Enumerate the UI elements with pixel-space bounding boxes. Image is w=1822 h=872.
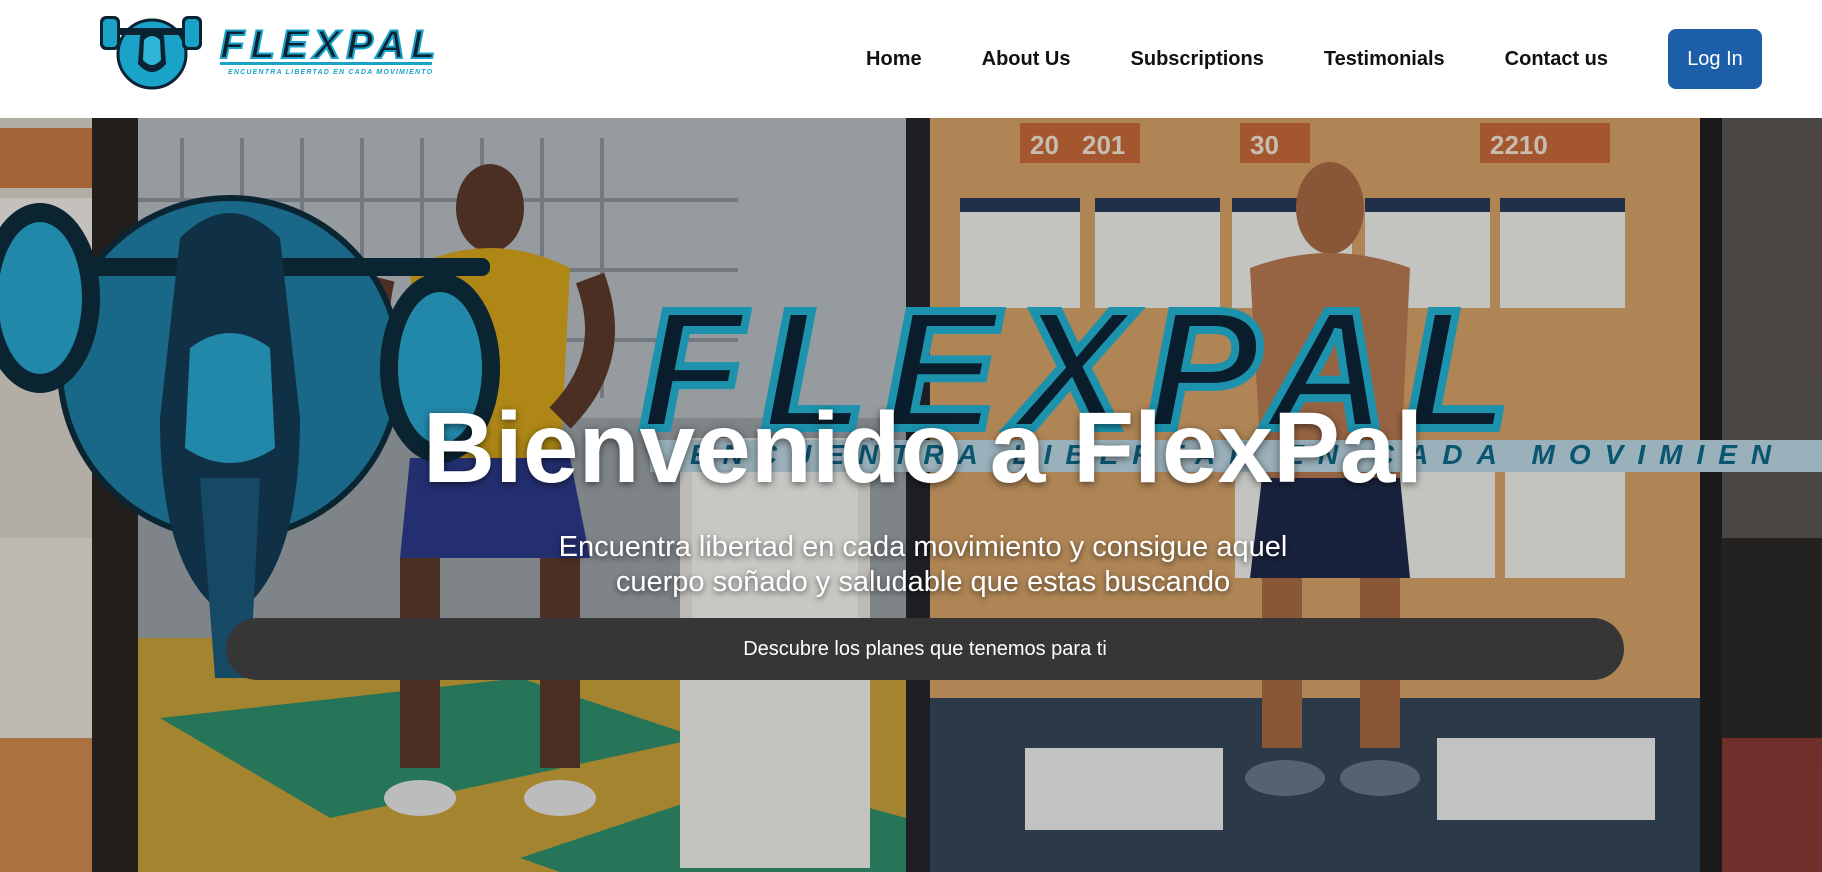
flexpal-logo[interactable]: FLEXPAL ENCUENTRA LIBERTAD EN CADA MOVIM… [100,6,500,98]
hero-subtitle: Encuentra libertad en cada movimiento y … [0,530,1822,600]
svg-text:FLEXPAL: FLEXPAL [220,23,441,67]
nav-subscriptions[interactable]: Subscriptions [1131,48,1264,71]
mascot-icon [100,16,202,90]
hero-section: 20 201 30 2210 FLEXPAL ENCUENTRA LIBERTA… [0,118,1822,872]
svg-text:ENCUENTRA LIBERTAD EN CADA MOV: ENCUENTRA LIBERTAD EN CADA MOVIMIENTO [228,69,433,76]
nav-testimonials[interactable]: Testimonials [1324,48,1445,71]
hero-title: Bienvenido a FlexPal [422,392,1424,504]
nav-contact-us[interactable]: Contact us [1505,48,1608,71]
nav-about-us[interactable]: About Us [982,48,1071,71]
hero-subtitle-line1: Encuentra libertad en cada movimiento y … [558,531,1288,563]
hero-subtitle-line2: cuerpo soñado y saludable que estas busc… [615,566,1231,598]
main-nav: Home About Us Subscriptions Testimonials… [836,0,1762,118]
discover-plans-button[interactable]: Descubre los planes que tenemos para ti [226,618,1624,680]
site-header: FLEXPAL ENCUENTRA LIBERTAD EN CADA MOVIM… [0,0,1822,118]
nav-home[interactable]: Home [866,48,922,71]
login-button[interactable]: Log In [1668,29,1762,89]
